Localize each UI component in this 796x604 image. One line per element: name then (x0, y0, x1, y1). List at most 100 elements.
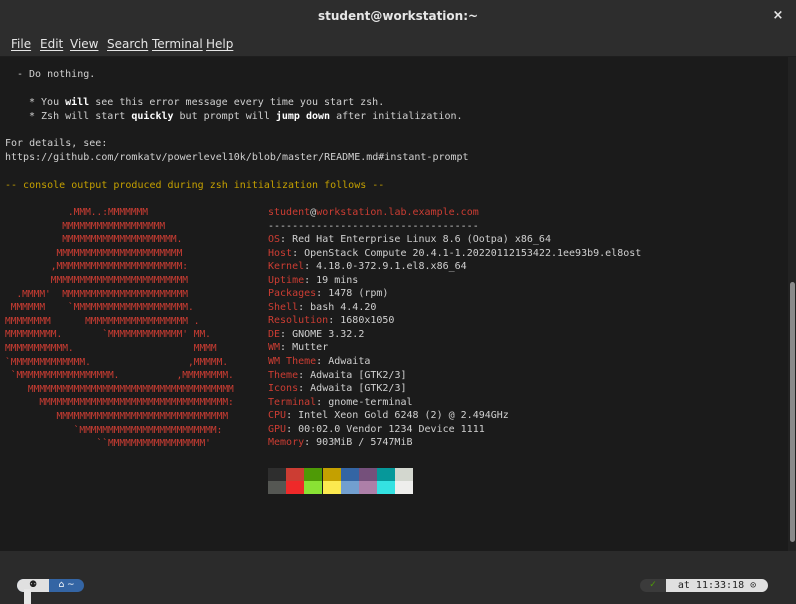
sysinfo-row: WM Theme: Adwaita (268, 356, 370, 368)
terminal-area[interactable]: - Do nothing. * You will see this error … (0, 57, 788, 604)
text-bullet-1: * You will see this error message every … (29, 97, 384, 109)
sysinfo-key: Terminal (268, 396, 317, 408)
sysinfo-key: WM Theme (268, 355, 317, 367)
sysinfo-row: Theme: Adwaita [GTK2/3] (268, 370, 406, 382)
sysinfo-key: Memory (268, 437, 305, 449)
text-segment: * You (29, 97, 66, 108)
sysinfo-value: : 1478 (rpm) (316, 288, 389, 300)
sysinfo-row: Host: OpenStack Compute 20.4.1-1.2022011… (268, 248, 641, 260)
sysinfo-value: : Red Hat Enterprise Linux 8.6 (Ootpa) x… (280, 234, 551, 245)
sysinfo-row: Icons: Adwaita [GTK2/3] (268, 383, 406, 395)
sysinfo-row: GPU: 00:02.0 Vendor 1234 Device 1111 (268, 424, 485, 436)
color-swatch (286, 481, 305, 494)
sysinfo-key: WM (268, 342, 281, 354)
sysinfo-key: GPU (268, 423, 287, 435)
sysinfo-value: : 19 mins (304, 274, 359, 286)
text-do-nothing: - Do nothing. (17, 69, 96, 80)
sysinfo-key: CPU (268, 410, 287, 422)
sysinfo-value: : OpenStack Compute 20.4.1-1.20220112153… (292, 247, 642, 259)
text-segment: but prompt will (173, 111, 276, 122)
sysinfo-row: OS: Red Hat Enterprise Linux 8.6 (Ootpa)… (268, 234, 551, 246)
color-swatch (377, 481, 396, 494)
text-bold: quickly (131, 111, 174, 122)
color-swatch (322, 481, 341, 494)
sysinfo-value: : Mutter (280, 342, 329, 354)
sysinfo-row: WM: Mutter (268, 342, 328, 354)
color-swatch (286, 468, 305, 481)
redhat-icon: ⚉ (17, 579, 49, 592)
sysinfo-row: Shell: bash 4.4.20 (268, 302, 376, 314)
text-console-notice: -- console output produced during zsh in… (5, 180, 385, 191)
color-swatch (268, 481, 286, 494)
sysinfo-key: Kernel (268, 261, 305, 273)
text-bullet-2: * Zsh will start quickly but prompt will… (29, 111, 463, 123)
color-swatch (395, 481, 414, 494)
sysinfo-row: Terminal: gnome-terminal (268, 397, 413, 409)
color-swatch (359, 481, 377, 494)
text-segment: after initialization. (330, 111, 463, 122)
text-bold: jump down (275, 111, 331, 122)
text-segment: * Zsh will start (29, 111, 132, 122)
window-title: student@workstation:~ (317, 9, 479, 23)
prompt-time: at 11:33:18 ⊙ (666, 579, 768, 592)
sysinfo-row: Packages: 1478 (rpm) (268, 288, 388, 300)
sysinfo-key: Uptime (268, 274, 305, 286)
sysinfo-key: Packages (268, 288, 317, 300)
text-cursor (24, 589, 31, 604)
menu-search[interactable]: Search (107, 37, 148, 51)
sysinfo-key: Host (268, 247, 293, 259)
home-icon: ⌂ ~ (58, 580, 75, 590)
menu-help[interactable]: Help (206, 37, 233, 51)
sysinfo-user: student (268, 207, 311, 218)
sysinfo-value: : 1680x1050 (328, 315, 395, 327)
color-swatch (304, 468, 323, 481)
menu-terminal[interactable]: Terminal (152, 37, 203, 51)
redhat-ascii-logo: .MMM..:MMMMMMM MMMMMMMMMMMMMMMMMM MMMMMM… (5, 207, 234, 450)
sysinfo-key: Resolution (268, 315, 329, 327)
color-swatch (268, 468, 286, 481)
text-details: For details, see: (5, 138, 108, 149)
color-swatch (340, 481, 359, 494)
sysinfo-value: : 4.18.0-372.9.1.el8.x86_64 (304, 261, 467, 273)
text-bold: will (65, 97, 90, 108)
sysinfo-row: CPU: Intel Xeon Gold 6248 (2) @ 2.494GHz (268, 410, 509, 422)
color-swatch (304, 481, 323, 494)
sysinfo-value: : GNOME 3.32.2 (280, 328, 365, 340)
sysinfo-value: : Adwaita [GTK2/3] (298, 383, 407, 395)
sysinfo-value: : Adwaita [GTK2/3] (298, 369, 407, 381)
sysinfo-value: : gnome-terminal (316, 396, 413, 408)
menu-file[interactable]: File (11, 37, 31, 51)
scrollbar-thumb[interactable] (790, 282, 795, 542)
prompt-right: ✓ at 11:33:18 ⊙ (640, 579, 768, 592)
terminal-window: student@workstation:~ × File Edit View S… (0, 0, 796, 604)
scrollbar[interactable] (788, 57, 796, 551)
sysinfo-value: : bash 4.4.20 (298, 301, 377, 313)
color-swatch (395, 468, 414, 481)
sysinfo-header: student@workstation.lab.example.com (268, 207, 479, 219)
sysinfo-row: DE: GNOME 3.32.2 (268, 329, 364, 341)
sysinfo-key: Icons (268, 383, 299, 395)
color-swatch (359, 468, 377, 481)
link-readme[interactable]: https://github.com/romkatv/powerlevel10k… (5, 152, 469, 164)
menu-bar: File Edit View Search Terminal Help (0, 34, 796, 57)
sysinfo-key: DE (268, 328, 281, 340)
sysinfo-row: Uptime: 19 mins (268, 275, 358, 287)
sysinfo-row: Kernel: 4.18.0-372.9.1.el8.x86_64 (268, 261, 467, 273)
sysinfo-key: Shell (268, 301, 299, 313)
color-swatch (377, 468, 396, 481)
sysinfo-row: Resolution: 1680x1050 (268, 315, 394, 327)
menu-edit[interactable]: Edit (40, 37, 63, 51)
sysinfo-value: : Intel Xeon Gold 6248 (2) @ 2.494GHz (286, 410, 509, 422)
color-swatch (322, 468, 341, 481)
close-icon[interactable]: × (770, 8, 786, 24)
menu-view[interactable]: View (70, 37, 98, 51)
color-swatch (340, 468, 359, 481)
sysinfo-separator: ----------------------------------- (268, 221, 479, 232)
text-segment: see this error message every time you st… (89, 97, 385, 108)
title-bar[interactable]: student@workstation:~ × (0, 0, 796, 35)
sysinfo-value: : 00:02.0 Vendor 1234 Device 1111 (286, 423, 485, 435)
sysinfo-row: Memory: 903MiB / 5747MiB (268, 437, 413, 449)
sysinfo-key: OS (268, 234, 281, 245)
status-ok-icon: ✓ (640, 579, 666, 592)
sysinfo-host: workstation.lab.example.com (316, 207, 479, 218)
